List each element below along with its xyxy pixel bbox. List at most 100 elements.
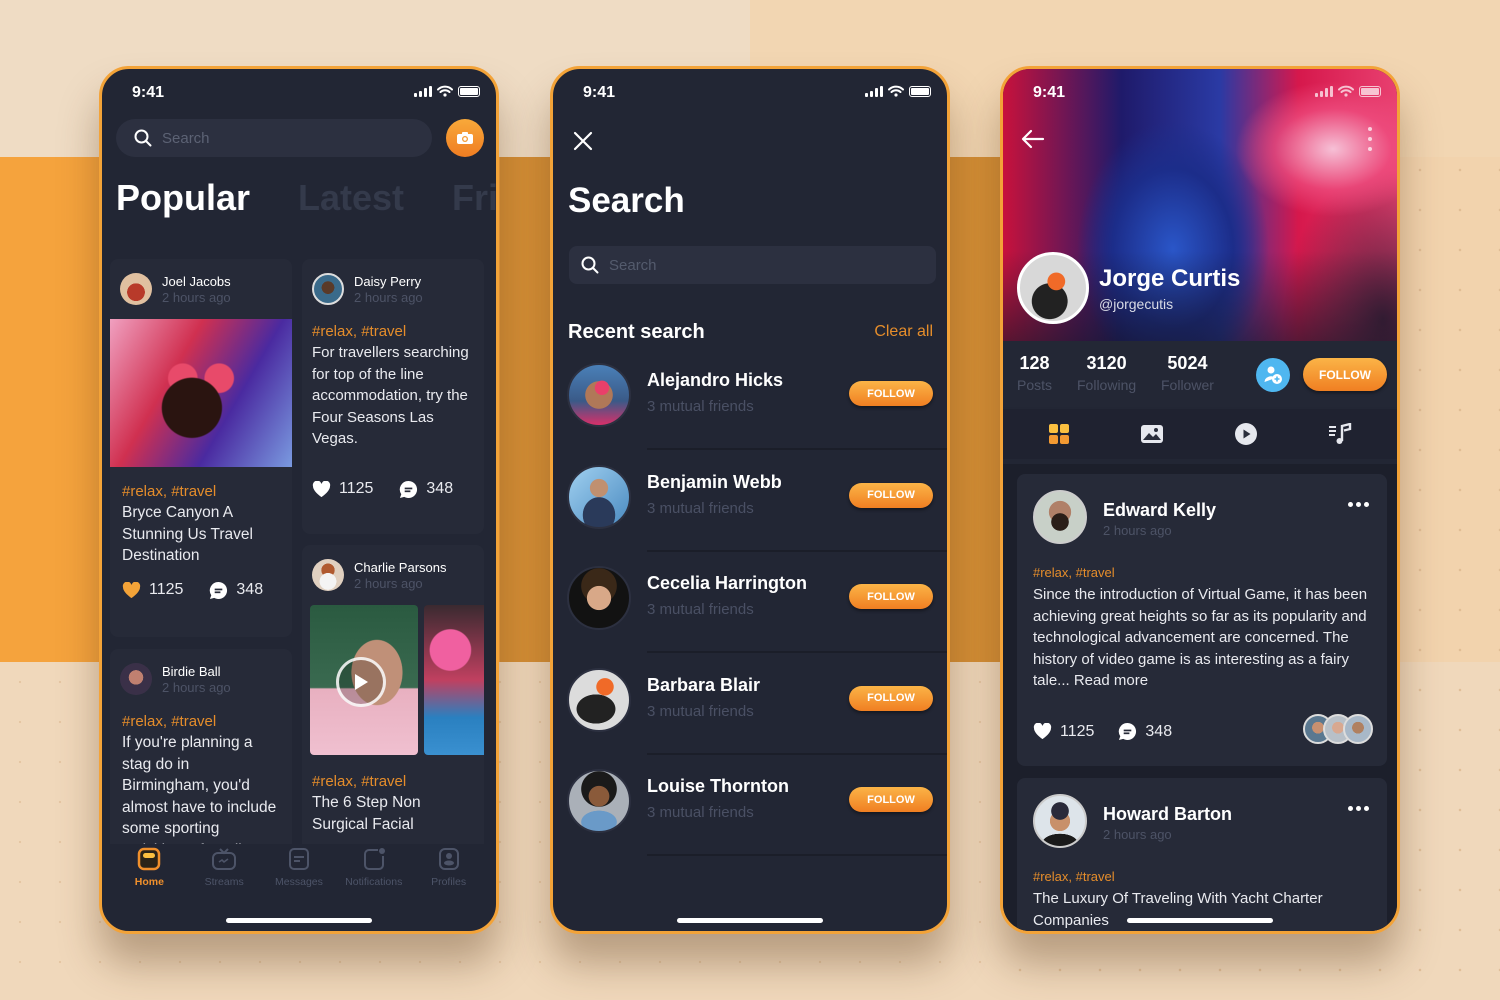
status-time: 9:41 [583, 84, 616, 101]
nav-streams[interactable]: Streams [189, 847, 259, 907]
list-item[interactable]: Barbara Blair 3 mutual friends FOLLOW [553, 660, 947, 762]
post-tags[interactable]: #relax, #travel [122, 483, 280, 500]
battery-icon [909, 85, 931, 97]
video-carousel[interactable] [310, 605, 484, 755]
avatar [120, 273, 152, 305]
tab-latest[interactable]: Latest [298, 177, 404, 219]
liked-by-avatars[interactable] [1303, 714, 1373, 744]
comment-icon[interactable] [1118, 722, 1137, 741]
search-input[interactable]: Search [569, 246, 936, 284]
search-input[interactable]: Search [116, 119, 432, 157]
follow-button[interactable]: FOLLOW [849, 787, 933, 812]
back-arrow-icon[interactable] [1021, 129, 1045, 149]
image-icon[interactable] [1140, 424, 1164, 444]
post-tags[interactable]: #relax, #travel [1033, 565, 1115, 580]
heart-icon [122, 581, 141, 598]
stat-following[interactable]: 3120 Following [1077, 353, 1136, 393]
divider [647, 549, 947, 552]
post-author: Edward Kelly [1103, 500, 1217, 520]
more-options-icon[interactable] [1348, 806, 1369, 811]
profile-name: Jorge Curtis [1099, 265, 1241, 292]
list-item[interactable]: Alejandro Hicks 3 mutual friends FOLLOW [553, 355, 947, 457]
post-tags[interactable]: #relax, #travel [312, 773, 474, 790]
phone-search: 9:41 Search Search Recent search Clear a… [550, 66, 950, 934]
list-item[interactable]: Cecelia Harrington 3 mutual friends FOLL… [553, 558, 947, 660]
heart-icon[interactable] [1033, 723, 1052, 740]
follow-button[interactable]: FOLLOW [1303, 358, 1387, 391]
more-options-icon[interactable] [1367, 127, 1373, 151]
avatar [567, 769, 631, 833]
add-friend-icon [1264, 366, 1282, 384]
post-author: Daisy Perry [354, 273, 422, 289]
like-count[interactable]: 1125 [312, 480, 373, 499]
post-text: Since the introduction of Virtual Game, … [1033, 586, 1368, 689]
more-options-icon[interactable] [1348, 502, 1369, 507]
nav-notifications[interactable]: Notifications [339, 847, 409, 907]
comment-count[interactable]: 348 [399, 480, 453, 499]
mutual-friends: 3 mutual friends [647, 702, 754, 720]
post-card[interactable]: Howard Barton 2 hours ago #relax, #trave… [1017, 778, 1387, 931]
like-count: 1125 [1060, 722, 1095, 740]
mutual-friends: 3 mutual friends [647, 499, 754, 517]
nav-messages[interactable]: Messages [264, 847, 334, 907]
avatar [120, 663, 152, 695]
person-name: Cecelia Harrington [647, 573, 808, 593]
nav-home[interactable]: Home [114, 847, 184, 907]
mutual-friends: 3 mutual friends [647, 804, 754, 821]
post-tags[interactable]: #relax, #travel [312, 323, 474, 340]
list-item[interactable]: Louise Thornton 3 mutual friends FOLLOW [553, 761, 947, 863]
post-image[interactable] [110, 319, 292, 467]
add-friend-button[interactable] [1256, 358, 1290, 392]
stat-follower[interactable]: 5024 Follower [1161, 353, 1214, 393]
music-icon[interactable] [1328, 423, 1352, 445]
follow-button[interactable]: FOLLOW [849, 381, 933, 406]
stat-posts[interactable]: 128 Posts [1017, 353, 1052, 393]
home-indicator[interactable] [1127, 918, 1273, 923]
profile-handle: @jorgecutis [1099, 296, 1174, 312]
signal-icon [414, 85, 432, 97]
follow-button[interactable]: FOLLOW [849, 584, 933, 609]
person-name: Alejandro Hicks [647, 370, 784, 390]
nav-profiles[interactable]: Profiles [414, 847, 484, 907]
recent-search-list: Alejandro Hicks 3 mutual friends FOLLOW … [553, 355, 947, 863]
avatar [312, 273, 344, 305]
post-stats: 1125 348 [1033, 722, 1172, 741]
play-button[interactable] [336, 657, 386, 707]
post-card[interactable]: Edward Kelly 2 hours ago #relax, #travel… [1017, 474, 1387, 766]
home-indicator[interactable] [226, 918, 372, 923]
divider [647, 752, 947, 755]
post-text: If you're planning a stag do in Birmingh… [122, 734, 277, 844]
camera-button[interactable] [446, 119, 484, 157]
follow-button[interactable]: FOLLOW [849, 685, 933, 711]
avatar [1033, 794, 1087, 848]
avatar [567, 566, 631, 630]
home-indicator[interactable] [677, 918, 823, 923]
tab-popular[interactable]: Popular [116, 177, 250, 219]
comment-count[interactable]: 348 [209, 581, 263, 600]
post-author: Birdie Ball [162, 663, 221, 679]
mutual-friends: 3 mutual friends [647, 398, 754, 415]
follow-button[interactable]: FOLLOW [849, 482, 933, 508]
tab-friends[interactable]: Friends [452, 177, 496, 219]
battery-icon [458, 85, 480, 97]
grid-icon[interactable] [1048, 423, 1070, 445]
post-time: 2 hours ago [162, 289, 231, 305]
play-icon[interactable] [1234, 422, 1258, 446]
video-thumbnail[interactable] [424, 605, 484, 755]
post-time: 2 hours ago [354, 289, 423, 305]
post-tags[interactable]: #relax, #travel [122, 713, 280, 730]
list-item[interactable]: Benjamin Webb 3 mutual friends FOLLOW [553, 457, 947, 559]
post-card[interactable]: Birdie Ball 2 hours ago #relax, #travel … [110, 649, 292, 844]
like-count[interactable]: 1125 [122, 581, 183, 600]
post-tags[interactable]: #relax, #travel [1033, 869, 1115, 884]
feed-tabs: Popular Latest Friends [116, 177, 496, 219]
phone-home-feed: 9:41 Search Popular Latest Friends Joel … [99, 66, 499, 934]
post-feed: Joel Jacobs 2 hours ago #relax, #travel … [110, 259, 490, 844]
post-card[interactable]: Charlie Parsons 2 hours ago #relax, #tra… [302, 545, 484, 844]
avatar [312, 559, 344, 591]
close-icon[interactable] [571, 129, 595, 153]
post-card[interactable]: Joel Jacobs 2 hours ago #relax, #travel … [110, 259, 292, 637]
comment-icon [400, 480, 418, 498]
post-card[interactable]: Daisy Perry 2 hours ago #relax, #travel … [302, 259, 484, 534]
clear-all-link[interactable]: Clear all [874, 323, 933, 341]
